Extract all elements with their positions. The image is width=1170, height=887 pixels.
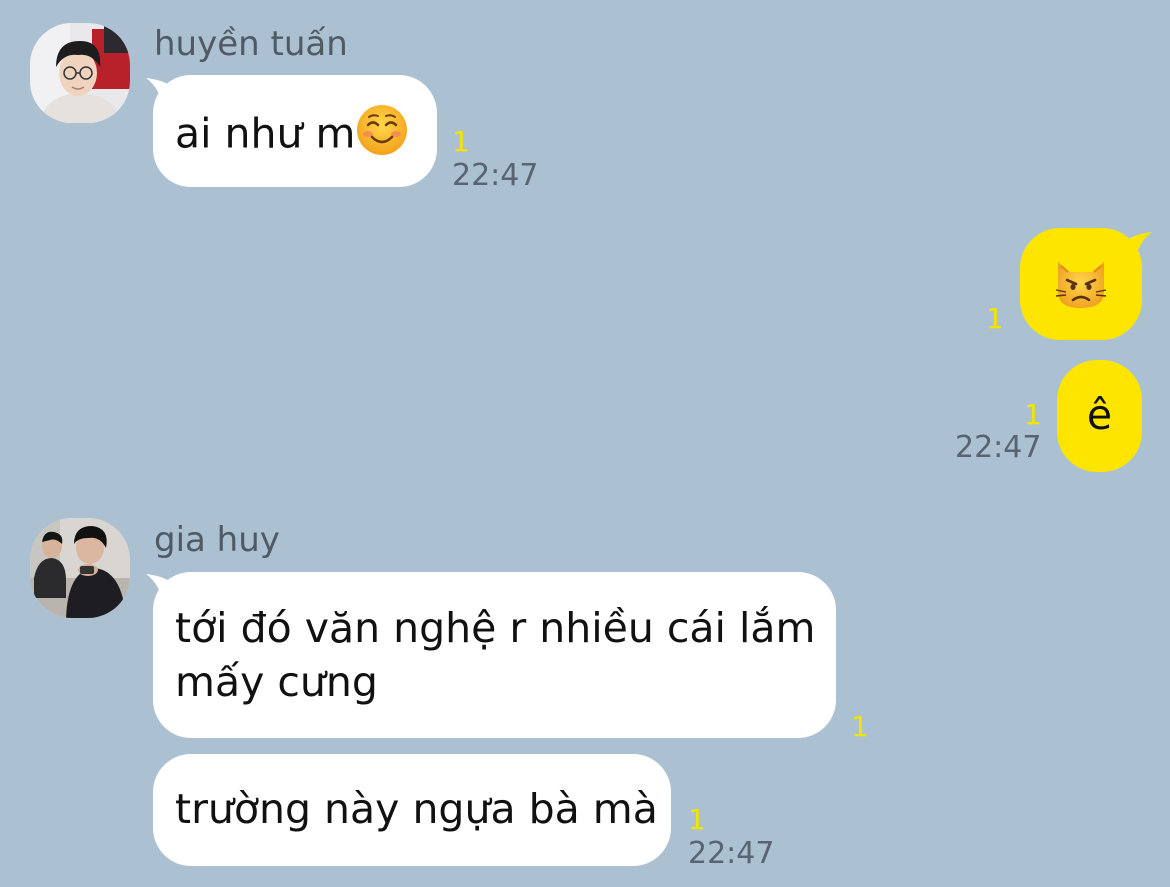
message-time: 22:47 (688, 836, 775, 871)
message-text: ê (1086, 391, 1113, 439)
read-count: 1 (452, 125, 470, 158)
read-count: 1 (1024, 398, 1042, 431)
message-text: trường này ngựa bà mà (175, 785, 658, 833)
sender-name: huyền tuấn (154, 24, 348, 64)
message-bubble[interactable]: ai như m (153, 75, 437, 187)
message-bubble[interactable]: trường này ngựa bà mà (153, 754, 671, 866)
message-time: 22:47 (955, 430, 1042, 465)
pouting-cat-emoji-icon (1052, 254, 1110, 325)
read-count: 1 (851, 710, 869, 743)
avatar-gia-huy[interactable] (30, 518, 130, 618)
smiling-face-emoji-icon (355, 103, 409, 170)
message-text: tới đó văn nghệ r nhiều cái lắm mấy cưng (175, 604, 816, 706)
message-time: 22:47 (452, 158, 539, 193)
chat-area[interactable]: huyền tuấn ai như m 1 22:47 1 ê 1 22:47 … (0, 0, 1170, 887)
message-bubble[interactable]: ê (1057, 360, 1142, 472)
read-count: 1 (986, 302, 1004, 335)
message-bubble[interactable] (1020, 228, 1142, 340)
user-avatar-photo-icon (30, 23, 130, 123)
group-avatar-photo-icon (30, 518, 130, 618)
message-text: ai như m (175, 109, 356, 158)
read-count: 1 (688, 803, 706, 836)
message-bubble[interactable]: tới đó văn nghệ r nhiều cái lắm mấy cưng (153, 572, 836, 738)
sender-name: gia huy (154, 520, 280, 560)
avatar-huyen-tuan[interactable] (30, 23, 130, 123)
